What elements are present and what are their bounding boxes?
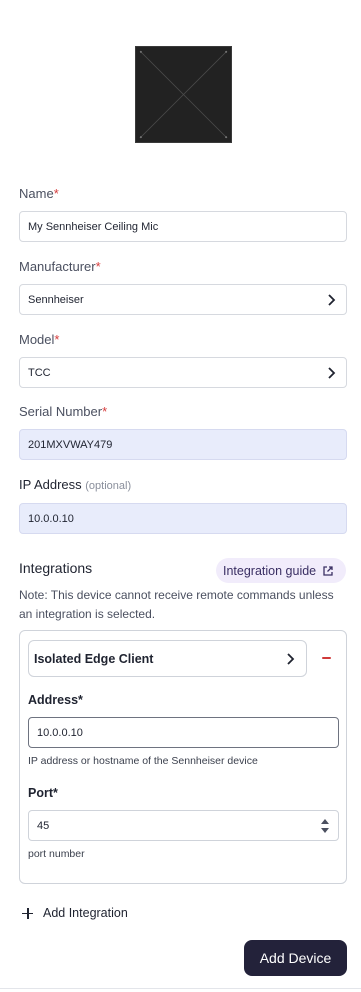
stepper-up-icon[interactable] bbox=[321, 819, 329, 824]
model-label: Model* bbox=[19, 332, 60, 347]
ip-address-field[interactable]: 10.0.0.10 bbox=[19, 503, 347, 534]
integration-guide-link[interactable]: Integration guide bbox=[216, 558, 346, 583]
address-help-text: IP address or hostname of the Sennheiser… bbox=[28, 755, 258, 767]
add-device-button[interactable]: Add Device bbox=[244, 940, 347, 976]
manufacturer-select[interactable]: Sennheiser bbox=[19, 284, 347, 315]
address-field[interactable]: 10.0.0.10 bbox=[28, 717, 339, 748]
chevron-right-icon bbox=[287, 653, 295, 665]
serial-number-field[interactable]: 201MXVWAY479 bbox=[19, 429, 347, 460]
integration-type-select[interactable]: Isolated Edge Client bbox=[28, 640, 307, 677]
device-image bbox=[135, 46, 232, 143]
integrations-heading: Integrations bbox=[19, 560, 93, 576]
serial-number-label: Serial Number* bbox=[19, 404, 108, 419]
port-stepper[interactable] bbox=[321, 819, 329, 833]
add-integration-button[interactable]: Add Integration bbox=[22, 906, 128, 920]
port-field[interactable]: 45 bbox=[28, 810, 339, 841]
integration-card: Isolated Edge Client Address* 10.0.0.10 … bbox=[19, 630, 347, 884]
add-integration-label: Add Integration bbox=[43, 906, 128, 920]
stepper-down-icon[interactable] bbox=[321, 828, 329, 833]
manufacturer-label: Manufacturer* bbox=[19, 259, 101, 274]
plus-icon bbox=[22, 907, 33, 919]
divider bbox=[0, 988, 361, 989]
minus-icon bbox=[321, 657, 331, 659]
name-field[interactable]: My Sennheiser Ceiling Mic bbox=[19, 211, 347, 242]
integration-note: Note: This device cannot receive remote … bbox=[19, 588, 334, 621]
port-label: Port* bbox=[28, 786, 58, 800]
chevron-right-icon bbox=[328, 367, 336, 379]
port-help-text: port number bbox=[28, 848, 85, 860]
chevron-right-icon bbox=[328, 294, 336, 306]
model-select[interactable]: TCC bbox=[19, 357, 347, 388]
address-label: Address* bbox=[28, 693, 83, 707]
name-label: Name* bbox=[19, 186, 59, 201]
external-link-icon bbox=[323, 565, 333, 576]
remove-integration-button[interactable] bbox=[320, 651, 332, 665]
ip-address-label: IP Address (optional) bbox=[19, 477, 132, 492]
integration-guide-label: Integration guide bbox=[223, 563, 317, 578]
